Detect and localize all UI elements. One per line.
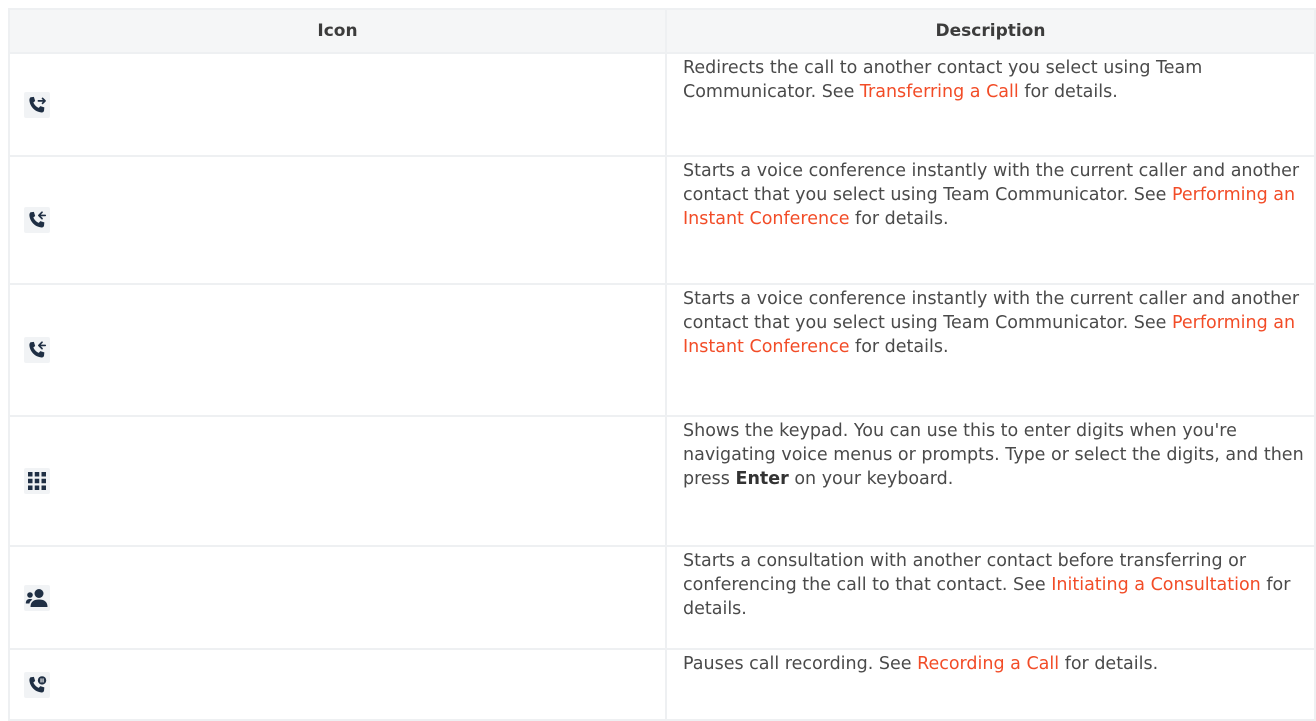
table-row: Starts a voice conference instantly with… <box>8 283 1316 417</box>
column-header-description: Description <box>665 8 1316 54</box>
icon-cell <box>8 648 667 721</box>
description-cell: Starts a voice conference instantly with… <box>665 155 1316 285</box>
icon-cell <box>8 52 667 157</box>
column-header-icon: Icon <box>8 8 667 54</box>
table-row: Starts a consultation with another conta… <box>8 545 1316 650</box>
description-text: Pauses call recording. See <box>683 654 918 674</box>
description-cell: Starts a consultation with another conta… <box>665 545 1316 650</box>
recording-a-call-link[interactable]: Recording a Call <box>917 654 1059 674</box>
description-cell: Redirects the call to another contact yo… <box>665 52 1316 157</box>
transferring-a-call-link[interactable]: Transferring a Call <box>860 82 1019 102</box>
description-text-end: on your keyboard. <box>788 469 954 489</box>
keypad-icon <box>24 468 50 494</box>
description-text-end: for details. <box>1059 654 1159 674</box>
consultation-icon <box>24 584 50 611</box>
enter-key-label: Enter <box>735 469 789 489</box>
instant-conference-icon <box>24 207 50 233</box>
transfer-call-icon <box>24 91 50 118</box>
pause-recording-icon <box>24 671 50 698</box>
table-row: Shows the keypad. You can use this to en… <box>8 415 1316 547</box>
icon-cell <box>8 415 667 547</box>
table-header-row: Icon Description <box>8 8 1316 54</box>
description-text-end: for details. <box>849 337 949 357</box>
table-row: Starts a voice conference instantly with… <box>8 155 1316 285</box>
description-text-end: for details. <box>849 209 949 229</box>
icon-cell <box>8 545 667 650</box>
initiating-a-consultation-link[interactable]: Initiating a Consultation <box>1051 575 1261 595</box>
description-text-end: for details. <box>1018 82 1118 102</box>
icon-cell <box>8 155 667 285</box>
description-cell: Shows the keypad. You can use this to en… <box>665 415 1316 547</box>
description-cell: Pauses call recording. See Recording a C… <box>665 648 1316 721</box>
icon-cell <box>8 283 667 417</box>
description-cell: Starts a voice conference instantly with… <box>665 283 1316 417</box>
icon-description-table: Icon Description Redirects the call to a… <box>8 8 1316 721</box>
instant-conference-icon <box>24 337 50 363</box>
table-row: Redirects the call to another contact yo… <box>8 52 1316 157</box>
table-row: Pauses call recording. See Recording a C… <box>8 648 1316 721</box>
